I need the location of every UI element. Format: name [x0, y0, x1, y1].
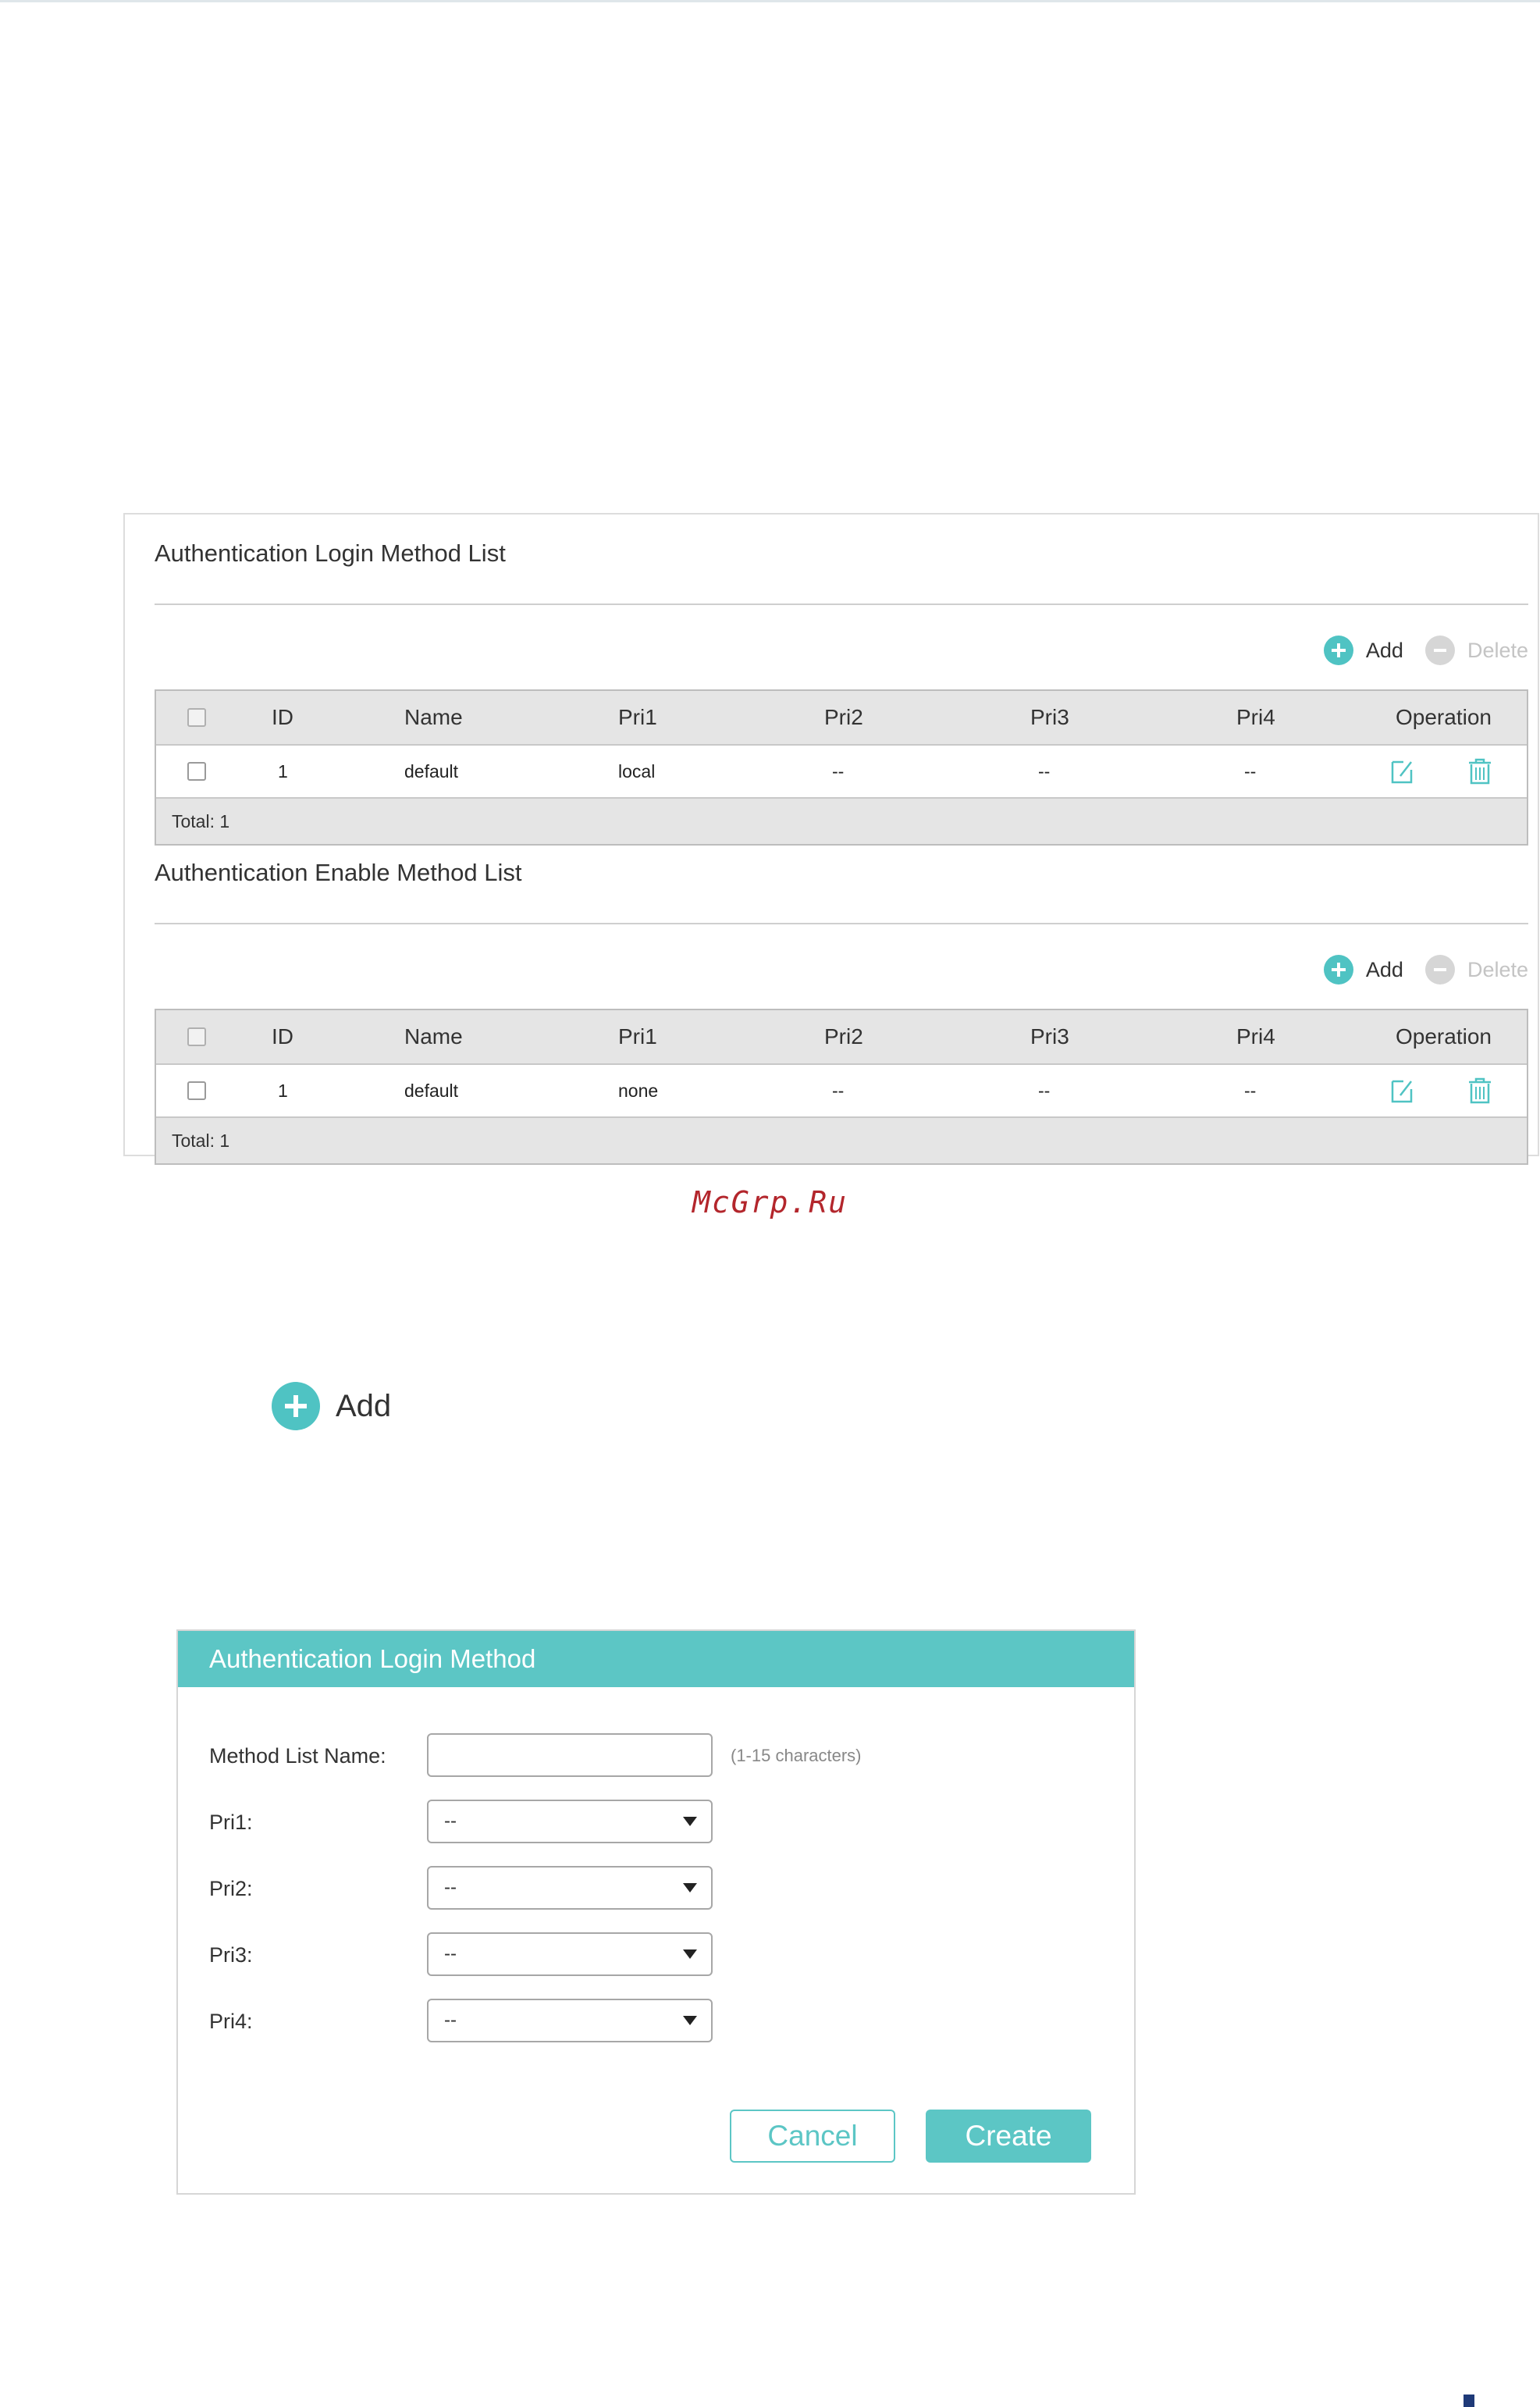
column-header-operation: Operation — [1396, 1024, 1492, 1049]
column-header-pri4: Pri4 — [1236, 705, 1275, 729]
pri4-selected-value: -- — [444, 2010, 457, 2031]
chevron-down-icon — [683, 1817, 697, 1826]
cell-id: 1 — [278, 760, 288, 782]
pri1-label: Pri1: — [209, 1811, 253, 1834]
column-header-pri3: Pri3 — [1030, 705, 1069, 729]
table-row: 1 default local -- -- -- — [156, 746, 1527, 797]
top-rule — [0, 0, 1540, 2]
select-all-checkbox[interactable] — [187, 708, 206, 727]
login-list-toolbar: Add Delete — [1323, 635, 1528, 666]
table-header: ID Name Pri1 Pri2 Pri3 Pri4 Operation — [156, 1010, 1527, 1065]
column-header-id: ID — [272, 705, 293, 729]
delete-label: Delete — [1467, 638, 1528, 662]
select-all-checkbox[interactable] — [187, 1027, 206, 1046]
enable-delete-button[interactable]: Delete — [1424, 955, 1528, 985]
column-header-name: Name — [404, 705, 463, 729]
table-header: ID Name Pri1 Pri2 Pri3 Pri4 Operation — [156, 691, 1527, 746]
total-count: Total: 1 — [172, 1130, 230, 1151]
chevron-down-icon — [683, 1883, 697, 1892]
pri2-label: Pri2: — [209, 1877, 253, 1900]
login-method-table: ID Name Pri1 Pri2 Pri3 Pri4 Operation 1 … — [155, 689, 1528, 846]
login-method-list-section: Authentication Login Method List Add Del… — [155, 539, 1528, 852]
method-list-name-label: Method List Name: — [209, 1744, 386, 1768]
total-count: Total: 1 — [172, 810, 230, 831]
chevron-down-icon — [683, 2016, 697, 2025]
pri4-select[interactable]: -- — [427, 1999, 713, 2042]
table-footer: Total: 1 — [156, 1116, 1527, 1163]
section-divider — [155, 604, 1528, 605]
plus-circle-icon — [1323, 636, 1353, 665]
chevron-down-icon — [683, 1949, 697, 1959]
delete-label: Delete — [1467, 957, 1528, 981]
column-header-pri3: Pri3 — [1030, 1024, 1069, 1049]
enable-add-button[interactable]: Add — [1323, 955, 1403, 985]
cell-name: default — [404, 1080, 459, 1101]
minus-circle-icon — [1424, 955, 1455, 985]
edit-icon[interactable] — [1389, 746, 1414, 797]
trash-icon[interactable] — [1467, 1065, 1492, 1116]
login-method-dialog: Authentication Login Method Method List … — [176, 1629, 1136, 2195]
add-button-illustration[interactable]: Add — [272, 1382, 391, 1430]
method-list-name-input[interactable] — [427, 1733, 713, 1777]
enable-list-title: Authentication Enable Method List — [155, 859, 522, 886]
enable-method-list-section: Authentication Enable Method List Add De… — [155, 859, 1528, 1171]
column-header-pri2: Pri2 — [824, 1024, 863, 1049]
plus-circle-icon — [1323, 955, 1353, 985]
enable-list-toolbar: Add Delete — [1323, 954, 1528, 985]
column-header-pri1: Pri1 — [618, 1024, 657, 1049]
column-header-id: ID — [272, 1024, 293, 1049]
create-button[interactable]: Create — [926, 2110, 1091, 2163]
cell-pri3: -- — [1038, 1080, 1051, 1101]
pri3-selected-value: -- — [444, 1943, 457, 1964]
minus-circle-icon — [1424, 636, 1455, 665]
plus-circle-icon — [272, 1382, 320, 1430]
cell-pri3: -- — [1038, 760, 1051, 782]
pri3-label: Pri3: — [209, 1943, 253, 1967]
pri3-select[interactable]: -- — [427, 1932, 713, 1976]
enable-method-table: ID Name Pri1 Pri2 Pri3 Pri4 Operation 1 … — [155, 1009, 1528, 1165]
pri1-selected-value: -- — [444, 1811, 457, 1832]
method-list-panel: Authentication Login Method List Add Del… — [123, 513, 1539, 1165]
column-header-pri2: Pri2 — [824, 705, 863, 729]
cell-pri4: -- — [1244, 1080, 1257, 1101]
edit-icon[interactable] — [1389, 1065, 1414, 1116]
table-footer: Total: 1 — [156, 797, 1527, 844]
pri2-select[interactable]: -- — [427, 1866, 713, 1910]
page-corner-mark — [1464, 2395, 1474, 2407]
login-delete-button[interactable]: Delete — [1424, 636, 1528, 665]
column-header-pri1: Pri1 — [618, 705, 657, 729]
row-checkbox[interactable] — [187, 1081, 206, 1100]
login-add-button[interactable]: Add — [1323, 636, 1403, 665]
add-label: Add — [336, 1388, 392, 1423]
add-label: Add — [1365, 638, 1403, 662]
pri4-label: Pri4: — [209, 2010, 253, 2033]
section-divider — [155, 923, 1528, 924]
row-checkbox[interactable] — [187, 762, 206, 781]
column-header-name: Name — [404, 1024, 463, 1049]
pri1-select[interactable]: -- — [427, 1800, 713, 1843]
table-row: 1 default none -- -- -- — [156, 1065, 1527, 1116]
login-list-title: Authentication Login Method List — [155, 539, 506, 567]
cell-id: 1 — [278, 1080, 288, 1101]
column-header-operation: Operation — [1396, 705, 1492, 729]
watermark: McGrp.Ru — [692, 1185, 848, 1220]
cell-name: default — [404, 760, 459, 782]
cancel-button[interactable]: Cancel — [730, 2110, 895, 2163]
method-list-name-hint: (1-15 characters) — [731, 1746, 862, 1765]
cell-pri4: -- — [1244, 760, 1257, 782]
pri2-selected-value: -- — [444, 1877, 457, 1898]
add-label: Add — [1365, 957, 1403, 981]
cell-pri1: local — [618, 760, 656, 782]
cell-pri2: -- — [832, 1080, 845, 1101]
dialog-title: Authentication Login Method — [178, 1631, 1134, 1687]
trash-icon[interactable] — [1467, 746, 1492, 797]
column-header-pri4: Pri4 — [1236, 1024, 1275, 1049]
cell-pri1: none — [618, 1080, 659, 1101]
cell-pri2: -- — [832, 760, 845, 782]
